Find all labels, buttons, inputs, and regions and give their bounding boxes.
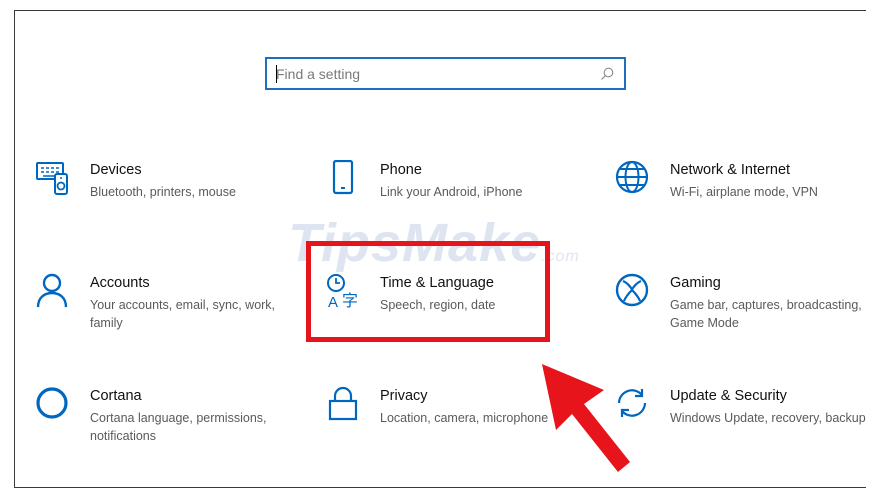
tile-title: Gaming <box>670 275 721 291</box>
settings-tile-devices[interactable]: Devices Bluetooth, printers, mouse <box>35 160 295 240</box>
cortana-icon <box>36 387 68 419</box>
settings-tile-accounts[interactable]: Accounts Your accounts, email, sync, wor… <box>35 273 295 353</box>
highlight-box <box>306 241 550 342</box>
tile-title: Accounts <box>90 275 150 291</box>
tile-title: Network & Internet <box>670 162 791 178</box>
settings-tile-phone[interactable]: Phone Link your Android, iPhone <box>325 160 585 240</box>
tile-title: Phone <box>380 162 422 178</box>
text-caret <box>276 65 277 83</box>
tile-title: Devices <box>90 162 142 178</box>
globe-icon <box>615 160 649 194</box>
lock-icon <box>328 386 358 421</box>
tile-description: Cortana language, permissions, notificat… <box>90 411 267 443</box>
tile-title: Cortana <box>90 388 142 404</box>
tile-title: Update & Security <box>670 388 787 404</box>
search-icon[interactable] <box>600 67 614 81</box>
tile-description: Bluetooth, printers, mouse <box>90 185 236 199</box>
settings-tile-cortana[interactable]: Cortana Cortana language, permissions, n… <box>35 386 295 466</box>
xbox-icon <box>615 273 649 307</box>
phone-icon <box>332 160 354 195</box>
person-icon <box>36 273 68 308</box>
search-box[interactable] <box>265 57 626 90</box>
tile-description: Link your Android, iPhone <box>380 185 523 199</box>
tile-description: Wi-Fi, airplane mode, VPN <box>670 185 818 199</box>
red-arrow-icon <box>542 364 630 472</box>
settings-tile-update-security[interactable]: Update & Security Windows Update, recove… <box>615 386 870 466</box>
settings-tile-network[interactable]: Network & Internet Wi-Fi, airplane mode,… <box>615 160 870 240</box>
search-input[interactable] <box>276 64 596 84</box>
devices-icon <box>36 162 68 195</box>
settings-tile-gaming[interactable]: Gaming Game bar, captures, broadcasting,… <box>615 273 870 353</box>
tile-description: Windows Update, recovery, backup <box>670 411 866 425</box>
tile-description: Game bar, captures, broadcasting, Game M… <box>670 298 862 330</box>
tile-description: Your accounts, email, sync, work, family <box>90 298 276 330</box>
tile-title: Privacy <box>380 388 428 404</box>
